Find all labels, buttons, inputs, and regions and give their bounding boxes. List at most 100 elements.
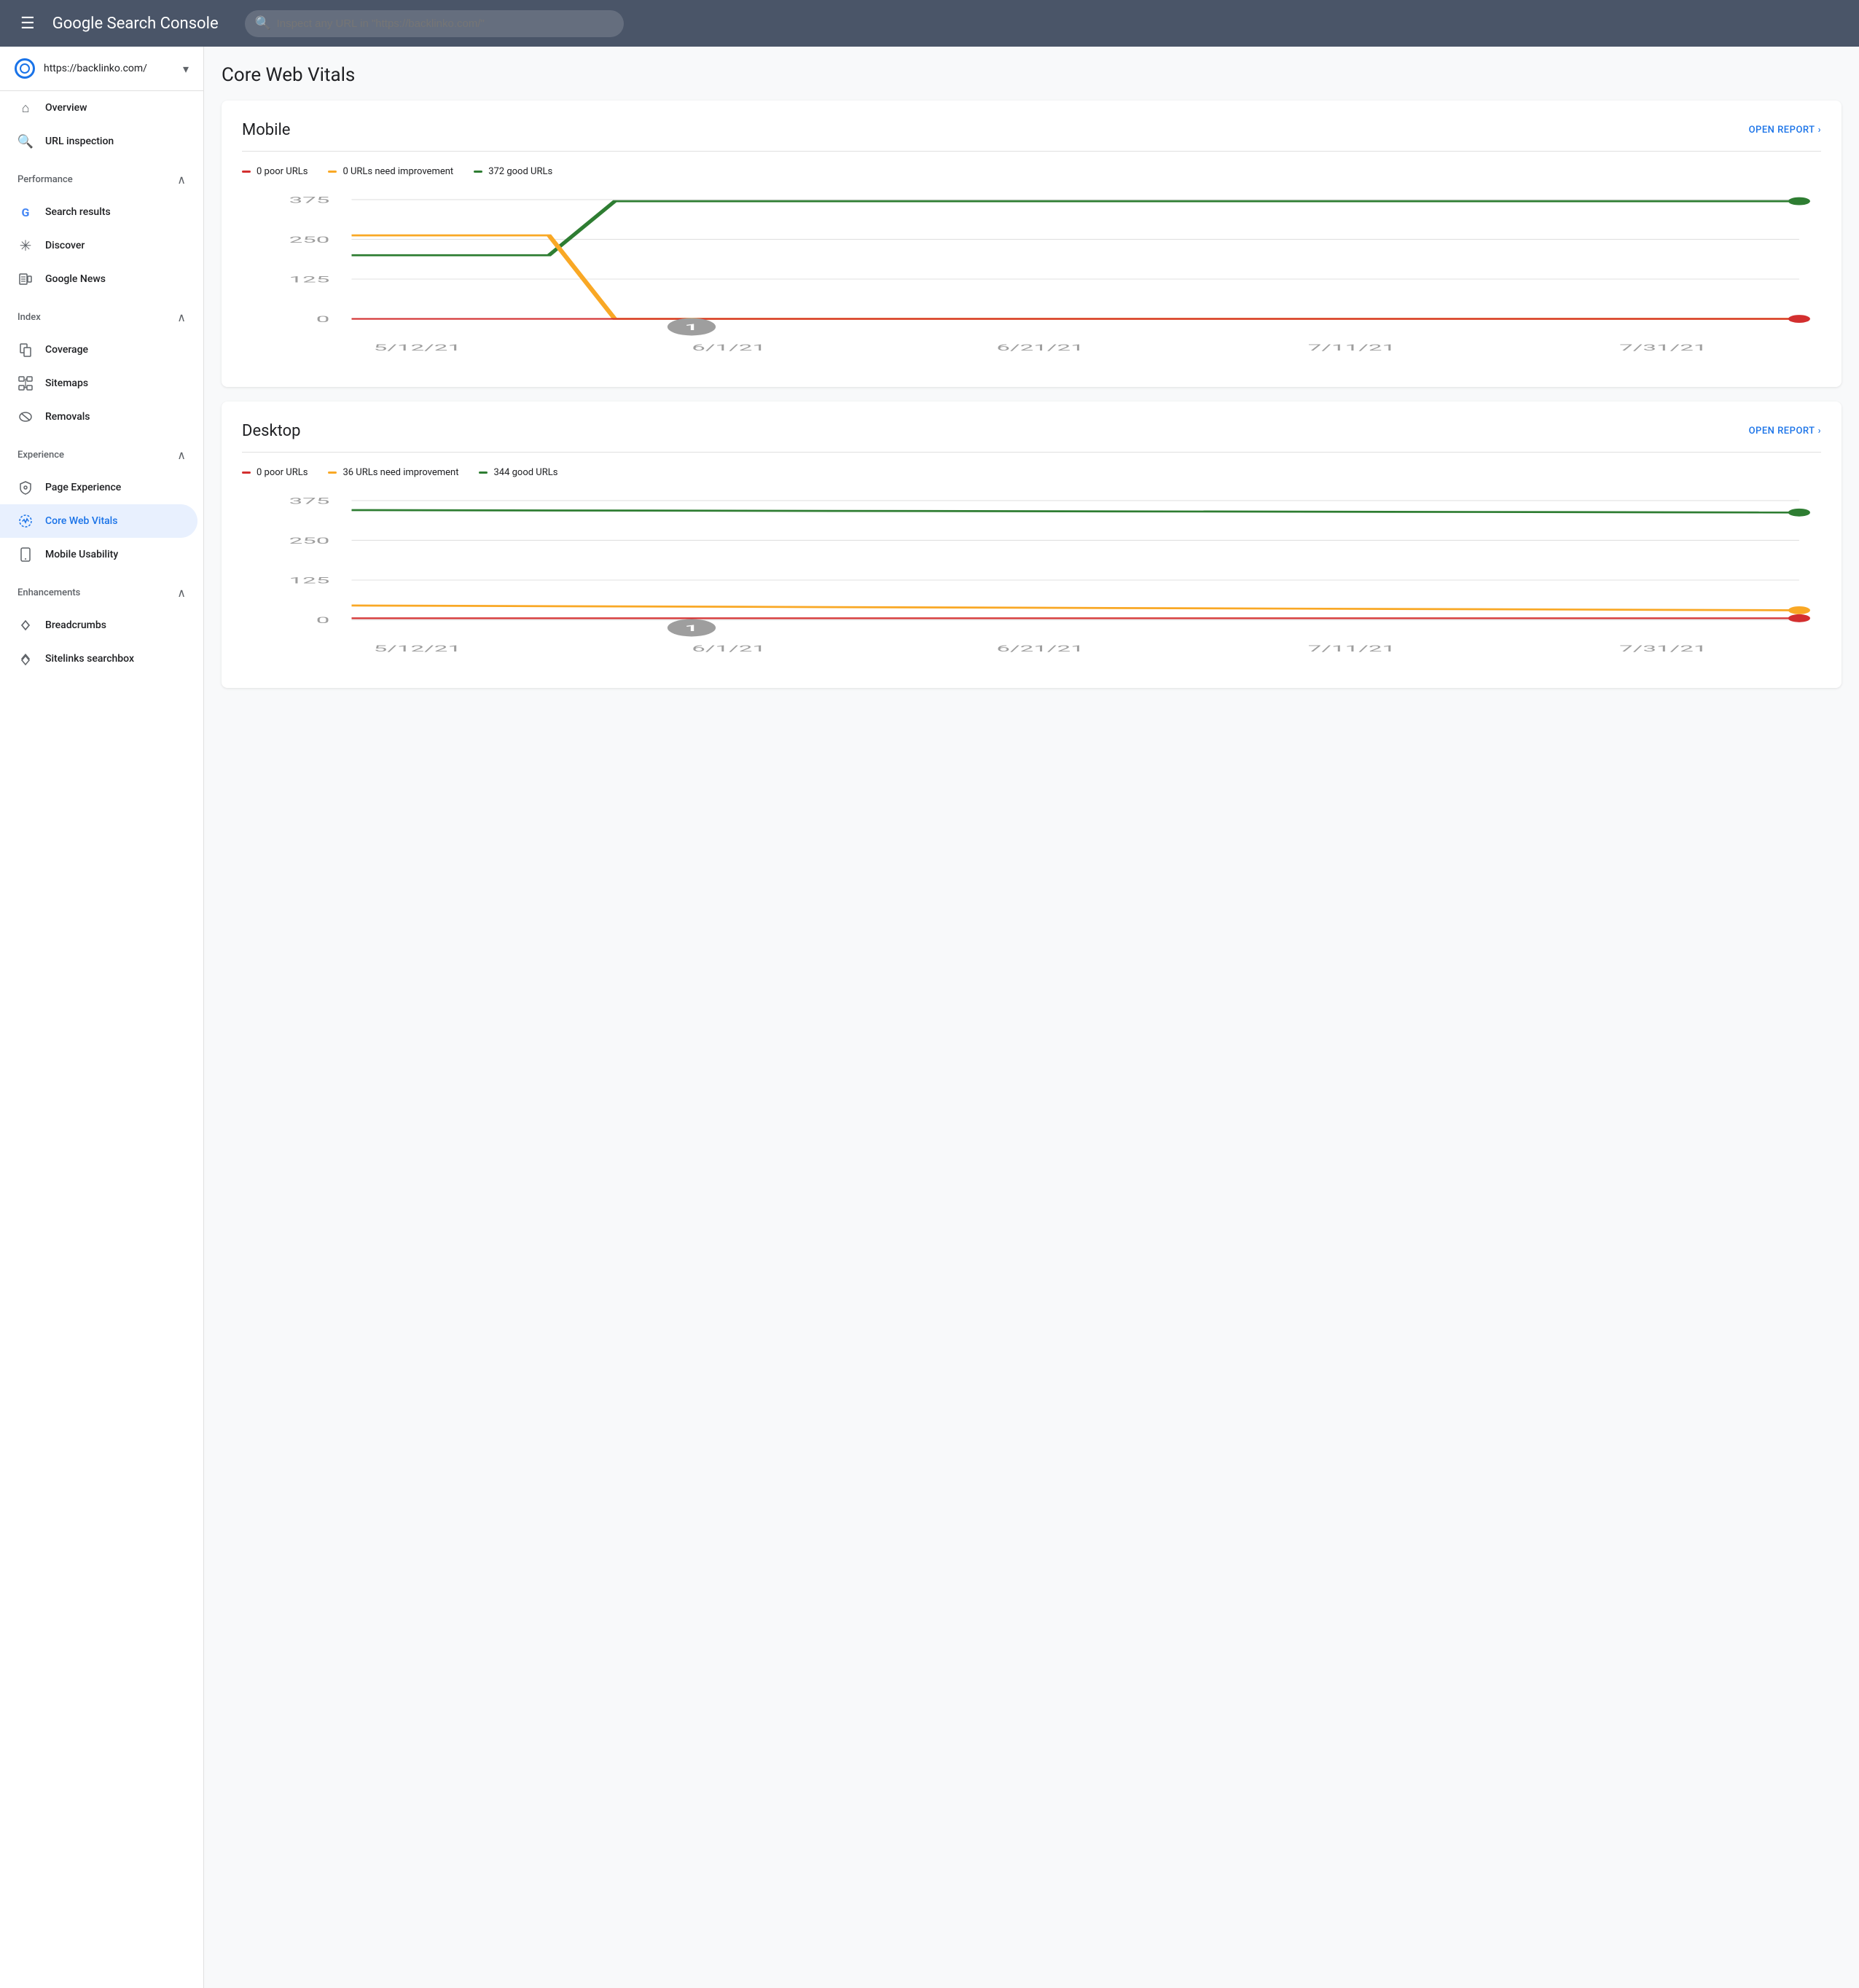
- nav-section-performance: Performance ∧: [0, 158, 203, 195]
- mobile-legend-needs-improvement: 0 URLs need improvement: [328, 166, 453, 177]
- svg-text:7/11/21: 7/11/21: [1308, 644, 1396, 654]
- property-icon: [15, 58, 35, 79]
- desktop-card-header: Desktop OPEN REPORT ›: [242, 422, 1821, 453]
- mobile-open-report-button[interactable]: OPEN REPORT ›: [1749, 125, 1821, 136]
- mobile-chart-svg: 375 250 125 0 5/12/21 6/1/21 6/21/21 7/1…: [242, 192, 1821, 367]
- sidebar-item-label-google-news: Google News: [45, 273, 106, 285]
- section-chevron-experience[interactable]: ∧: [177, 448, 186, 462]
- sidebar-item-label-overview: Overview: [45, 102, 87, 114]
- sidebar-item-search-results[interactable]: G Search results: [0, 195, 197, 229]
- asterisk-icon: ✳: [17, 238, 34, 254]
- desktop-open-report-button[interactable]: OPEN REPORT ›: [1749, 426, 1821, 437]
- sidebar-item-label-page-experience: Page Experience: [45, 482, 121, 493]
- mobile-card-title: Mobile: [242, 121, 290, 139]
- hamburger-menu-icon[interactable]: ☰: [15, 9, 41, 39]
- sidebar-item-discover[interactable]: ✳ Discover: [0, 229, 197, 262]
- svg-text:250: 250: [289, 235, 330, 245]
- desktop-chart-svg: 375 250 125 0 5/12/21 6/1/21 6/21/21 7/1…: [242, 493, 1821, 668]
- sitelinks-icon: [17, 651, 34, 667]
- chevron-right-icon-desktop: ›: [1818, 426, 1821, 437]
- sidebar-item-label-discover: Discover: [45, 240, 85, 251]
- section-chevron-enhancements[interactable]: ∧: [177, 586, 186, 600]
- sidebar-item-label-coverage: Coverage: [45, 344, 88, 356]
- section-chevron-index[interactable]: ∧: [177, 310, 186, 324]
- url-search-wrapper: 🔍: [245, 10, 624, 37]
- news-icon: [17, 271, 34, 287]
- svg-text:7/31/21: 7/31/21: [1619, 644, 1707, 654]
- google-g-icon: G: [17, 204, 34, 220]
- svg-text:1: 1: [685, 322, 699, 332]
- sidebar-item-url-inspection[interactable]: 🔍 URL inspection: [0, 125, 197, 158]
- page-title: Core Web Vitals: [222, 64, 1842, 86]
- svg-text:6/21/21: 6/21/21: [996, 343, 1084, 353]
- section-title-enhancements: Enhancements: [17, 587, 80, 598]
- search-icon: 🔍: [17, 133, 34, 149]
- sidebar-item-breadcrumbs[interactable]: Breadcrumbs: [0, 608, 197, 642]
- sidebar-item-page-experience[interactable]: Page Experience: [0, 471, 197, 504]
- home-icon: ⌂: [17, 100, 34, 116]
- section-title-experience: Experience: [17, 450, 64, 461]
- svg-text:7/11/21: 7/11/21: [1308, 343, 1396, 353]
- section-header-performance: Performance ∧: [17, 170, 186, 192]
- sidebar-item-label-breadcrumbs: Breadcrumbs: [45, 619, 106, 631]
- desktop-card-title: Desktop: [242, 422, 301, 440]
- coverage-icon: [17, 342, 34, 358]
- nav-section-index: Index ∧: [0, 296, 203, 333]
- svg-text:375: 375: [289, 496, 330, 506]
- sidebar-item-removals[interactable]: Removals: [0, 400, 197, 434]
- svg-text:0: 0: [316, 314, 330, 324]
- removals-icon: [17, 409, 34, 425]
- desktop-legend-needs-improvement: 36 URLs need improvement: [328, 467, 458, 478]
- chevron-right-icon: ›: [1818, 125, 1821, 136]
- section-header-index: Index ∧: [17, 308, 186, 330]
- mobile-card-header: Mobile OPEN REPORT ›: [242, 121, 1821, 152]
- svg-text:250: 250: [289, 536, 330, 546]
- sidebar-item-label-removals: Removals: [45, 411, 90, 423]
- desktop-chart: 375 250 125 0 5/12/21 6/1/21 6/21/21 7/1…: [242, 493, 1821, 668]
- svg-text:5/12/21: 5/12/21: [374, 644, 461, 654]
- nav-section-enhancements: Enhancements ∧: [0, 571, 203, 608]
- desktop-legend-dot-needs-improvement: [328, 471, 337, 474]
- sidebar-item-label-sitelinks-searchbox: Sitelinks searchbox: [45, 653, 134, 665]
- section-chevron-performance[interactable]: ∧: [177, 173, 186, 187]
- svg-text:6/1/21: 6/1/21: [692, 644, 766, 654]
- nav-section-experience: Experience ∧: [0, 434, 203, 471]
- sitemaps-icon: [17, 375, 34, 391]
- sidebar-item-label-mobile-usability: Mobile Usability: [45, 549, 118, 560]
- sidebar-item-sitelinks-searchbox[interactable]: Sitelinks searchbox: [0, 642, 197, 676]
- sidebar: https://backlinko.com/ ▾ ⌂ Overview 🔍 UR…: [0, 47, 204, 1988]
- svg-text:7/31/21: 7/31/21: [1619, 343, 1707, 353]
- legend-dot-good: [474, 171, 482, 173]
- section-header-experience: Experience ∧: [17, 445, 186, 468]
- breadcrumbs-icon: [17, 617, 34, 633]
- vitals-icon: [17, 513, 34, 529]
- mobile-card: Mobile OPEN REPORT › 0 poor URLs 0 URLs …: [222, 101, 1842, 387]
- desktop-legend: 0 poor URLs 36 URLs need improvement 344…: [242, 467, 1821, 478]
- svg-text:1: 1: [685, 623, 699, 633]
- app-logo-text: Google Search Console: [52, 15, 219, 33]
- sidebar-item-overview[interactable]: ⌂ Overview: [0, 91, 197, 125]
- sidebar-item-google-news[interactable]: Google News: [0, 262, 197, 296]
- sidebar-item-label-url-inspection: URL inspection: [45, 136, 114, 147]
- mobile-legend-poor: 0 poor URLs: [242, 166, 308, 177]
- mobile-legend: 0 poor URLs 0 URLs need improvement 372 …: [242, 166, 1821, 177]
- desktop-card: Desktop OPEN REPORT › 0 poor URLs 36 URL…: [222, 402, 1842, 688]
- section-title-index: Index: [17, 312, 41, 323]
- sidebar-item-label-sitemaps: Sitemaps: [45, 377, 88, 389]
- sidebar-item-sitemaps[interactable]: Sitemaps: [0, 367, 197, 400]
- svg-text:0: 0: [316, 615, 330, 625]
- main-layout: https://backlinko.com/ ▾ ⌂ Overview 🔍 UR…: [0, 47, 1859, 1988]
- sidebar-item-coverage[interactable]: Coverage: [0, 333, 197, 367]
- sidebar-item-mobile-usability[interactable]: Mobile Usability: [0, 538, 197, 571]
- sidebar-item-core-web-vitals[interactable]: Core Web Vitals: [0, 504, 197, 538]
- property-url: https://backlinko.com/: [44, 63, 174, 74]
- legend-dot-needs-improvement: [328, 171, 337, 173]
- sidebar-item-label-search-results: Search results: [45, 206, 111, 218]
- section-title-performance: Performance: [17, 174, 73, 185]
- mobile-icon: [17, 547, 34, 563]
- desktop-legend-dot-poor: [242, 471, 251, 474]
- property-selector[interactable]: https://backlinko.com/ ▾: [0, 47, 203, 91]
- app-header: ☰ Google Search Console 🔍: [0, 0, 1859, 47]
- url-search-input[interactable]: [245, 10, 624, 37]
- section-header-enhancements: Enhancements ∧: [17, 583, 186, 606]
